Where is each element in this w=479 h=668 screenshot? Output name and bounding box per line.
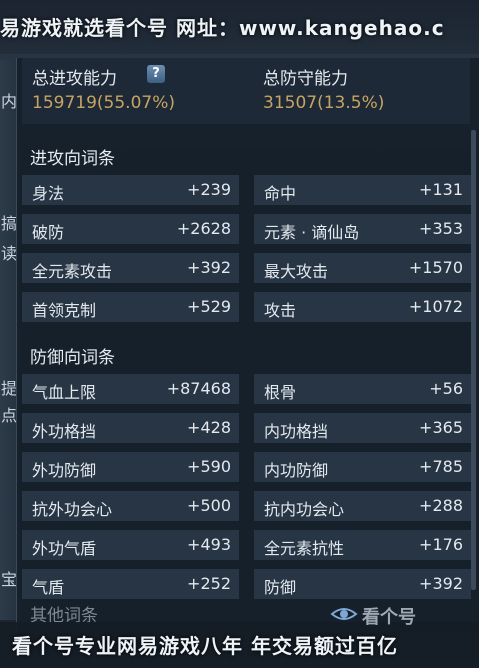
stat-cell: 防御 +392	[254, 569, 471, 599]
stat-value: +353	[419, 219, 463, 238]
stat-name: 元素 · 谪仙岛	[264, 223, 360, 242]
stat-value: +131	[419, 180, 463, 199]
stat-cell: 攻击 +1072	[254, 292, 471, 322]
stat-name: 气血上限	[32, 383, 97, 402]
stat-value: +428	[187, 418, 231, 437]
stat-cell: 身法 +239	[22, 175, 239, 205]
stat-value: +529	[187, 297, 231, 316]
stat-value: +500	[187, 496, 231, 515]
stat-value: +365	[419, 418, 463, 437]
stat-name: 内功防御	[264, 461, 329, 480]
total-attack-label: 总进攻能力	[32, 69, 117, 89]
defense-section-title: 防御向词条	[30, 348, 115, 368]
stat-cell: 抗外功会心 +500	[22, 491, 239, 521]
stat-name: 最大攻击	[264, 262, 329, 281]
sidebar-char: 搞	[1, 214, 18, 233]
stat-name: 命中	[264, 184, 297, 203]
stat-cell: 内功格挡 +365	[254, 413, 471, 443]
total-defense-value: 31507(13.5%)	[263, 93, 385, 113]
stat-cell: 气盾 +252	[22, 569, 239, 599]
stat-value: +252	[187, 574, 231, 593]
scrollbar[interactable]	[471, 130, 476, 590]
help-icon[interactable]: ?	[147, 65, 165, 83]
top-watermark: 易游戏就选看个号 网址：www.kangehao.c	[0, 0, 479, 54]
stat-name: 气盾	[32, 578, 65, 597]
stat-name: 外功防御	[32, 461, 97, 480]
stat-name: 根骨	[264, 383, 297, 402]
stat-name: 全元素攻击	[32, 262, 113, 281]
stat-cell: 全元素攻击 +392	[22, 253, 239, 283]
eye-logo-icon	[330, 608, 358, 620]
stat-cell: 首领克制 +529	[22, 292, 239, 322]
total-attack-value: 159719(55.07%)	[32, 93, 175, 113]
stat-cell: 内功防御 +785	[254, 452, 471, 482]
stat-cell: 气血上限 +87468	[22, 374, 239, 404]
stat-name: 抗内功会心	[264, 500, 345, 519]
top-watermark-text: 易游戏就选看个号 网址：www.kangehao.c	[0, 16, 445, 40]
stat-value: +590	[187, 457, 231, 476]
stat-value: +493	[187, 535, 231, 554]
stat-name: 内功格挡	[264, 422, 329, 441]
stat-cell: 根骨 +56	[254, 374, 471, 404]
stat-value: +1072	[408, 297, 463, 316]
stat-cell: 最大攻击 +1570	[254, 253, 471, 283]
stat-value: +87468	[166, 379, 231, 398]
stat-name: 首领克制	[32, 301, 97, 320]
sidebar-char: 读	[1, 244, 18, 263]
stat-value: +392	[187, 258, 231, 277]
stat-value: +785	[419, 457, 463, 476]
stat-name: 抗外功会心	[32, 500, 113, 519]
stat-cell: 抗内功会心 +288	[254, 491, 471, 521]
stat-cell: 元素 · 谪仙岛 +353	[254, 214, 471, 244]
stat-name: 攻击	[264, 301, 297, 320]
stat-cell: 破防 +2628	[22, 214, 239, 244]
sidebar-char: 宝	[1, 570, 18, 589]
sidebar-char: 点	[1, 406, 18, 425]
stat-cell: 外功气盾 +493	[22, 530, 239, 560]
stat-name: 破防	[32, 223, 65, 242]
stat-cell: 外功防御 +590	[22, 452, 239, 482]
stat-name: 身法	[32, 184, 65, 203]
stat-cell: 外功格挡 +428	[22, 413, 239, 443]
logo-text: 看个号	[362, 607, 416, 628]
stat-value: +392	[419, 574, 463, 593]
stat-name: 外功气盾	[32, 539, 97, 558]
stat-value: +239	[187, 180, 231, 199]
stat-name: 防御	[264, 578, 297, 597]
stat-value: +2628	[176, 219, 231, 238]
bottom-watermark-text: 看个号专业网易游戏八年 年交易额过百亿	[12, 634, 398, 658]
stat-name: 全元素抗性	[264, 539, 345, 558]
stat-value: +56	[429, 379, 463, 398]
stat-name: 外功格挡	[32, 422, 97, 441]
sidebar-char: 内	[1, 92, 18, 111]
attack-section-title: 进攻向词条	[30, 149, 115, 169]
stat-cell: 命中 +131	[254, 175, 471, 205]
sidebar-char: 提	[1, 379, 18, 398]
stat-cell: 全元素抗性 +176	[254, 530, 471, 560]
stat-value: +176	[419, 535, 463, 554]
total-defense-label: 总防守能力	[263, 69, 348, 89]
stat-value: +288	[419, 496, 463, 515]
stat-value: +1570	[408, 258, 463, 277]
